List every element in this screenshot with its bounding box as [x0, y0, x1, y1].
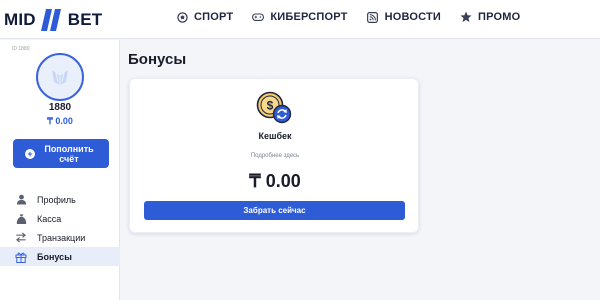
rss-icon: [367, 11, 379, 23]
transfer-arrows-icon: [15, 232, 27, 244]
cashback-coin-icon: $: [256, 91, 294, 125]
page-title: Бонусы: [128, 51, 187, 68]
account-balance: ₸ 0.00: [47, 116, 73, 126]
star-icon: [460, 11, 472, 23]
avatar[interactable]: [36, 53, 84, 101]
sidebar-menu: Профиль Касса Транзакции Бонусы: [0, 190, 120, 266]
nav-label: НОВОСТИ: [384, 11, 441, 23]
topup-label: Пополнить счёт: [44, 143, 94, 164]
logo-text-right: BET: [67, 10, 103, 29]
brand-logo[interactable]: MID BET: [4, 8, 102, 32]
bonus-name: Кешбек: [258, 131, 292, 141]
logo-text-left: MID: [4, 10, 36, 29]
sidebar-item-profile[interactable]: Профиль: [0, 190, 120, 209]
user-id: ID 1880: [12, 46, 30, 52]
sidebar-item-cashier[interactable]: Касса: [0, 209, 120, 228]
nav-label: СПОРТ: [194, 11, 234, 23]
sidebar-item-label: Бонусы: [37, 251, 72, 262]
nav-sport[interactable]: СПОРТ: [176, 11, 233, 23]
money-bag-icon: [15, 213, 27, 225]
main-nav: СПОРТ КИБЕРСПОРТ НОВОСТИ ПРОМО: [176, 11, 539, 23]
soccer-ball-icon: [176, 11, 188, 23]
account-sidebar: ID 1880 1880 ₸ 0.00 + Пополнить счёт Про…: [0, 40, 120, 300]
sidebar-item-label: Касса: [37, 213, 62, 224]
sidebar-item-transactions[interactable]: Транзакции: [0, 228, 120, 247]
nav-esports[interactable]: КИБЕРСПОРТ: [252, 11, 347, 23]
top-header: MID BET СПОРТ КИБЕРСПОРТ НОВОСТИ ПРОМО: [0, 0, 600, 39]
cashback-bonus-card: $ Кешбек Подробнее здесь ₸ 0.00 Забрать …: [129, 78, 419, 233]
nav-news[interactable]: НОВОСТИ: [367, 11, 441, 23]
gamepad-icon: [252, 11, 265, 23]
sidebar-item-bonuses[interactable]: Бонусы: [0, 247, 120, 266]
gift-icon: [15, 251, 27, 263]
claim-now-button[interactable]: Забрать сейчас: [144, 201, 405, 220]
logo-mark-icon: [40, 9, 64, 31]
nav-label: ПРОМО: [478, 11, 521, 23]
sidebar-item-label: Транзакции: [37, 232, 86, 243]
bonus-amount: ₸ 0.00: [249, 171, 301, 191]
topup-button[interactable]: + Пополнить счёт: [13, 139, 109, 168]
sidebar-item-label: Профиль: [37, 194, 76, 205]
user-icon: [15, 194, 27, 206]
details-link[interactable]: Подробнее здесь: [130, 153, 420, 159]
svg-text:$: $: [267, 99, 274, 113]
nav-label: КИБЕРСПОРТ: [270, 11, 348, 23]
username: 1880: [48, 102, 72, 113]
nav-promo[interactable]: ПРОМО: [460, 11, 520, 23]
plus-icon: +: [25, 148, 35, 159]
avatar-placeholder-icon: [52, 70, 68, 85]
